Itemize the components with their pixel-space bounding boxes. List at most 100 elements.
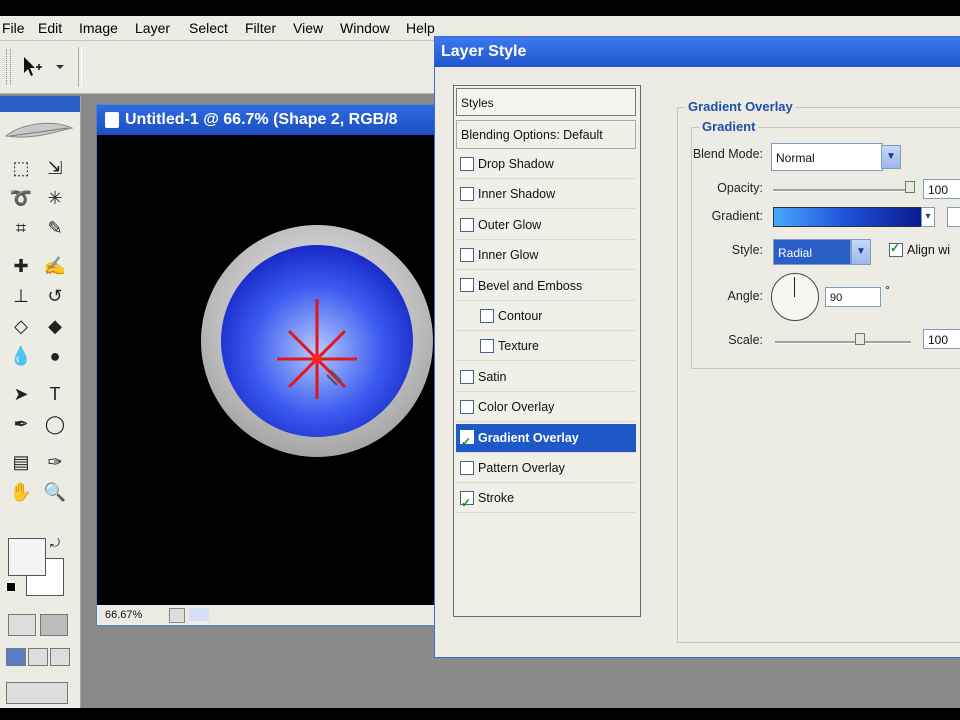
eyedropper-icon[interactable]: ✑ <box>40 448 70 476</box>
styles-header[interactable]: Styles <box>456 88 636 116</box>
style-checkbox[interactable] <box>460 247 474 262</box>
scale-slider-thumb[interactable] <box>855 333 865 345</box>
zoom-tool-icon[interactable]: 🔍 <box>40 478 70 506</box>
slice-tool-icon[interactable]: ✎ <box>40 214 70 242</box>
style-select[interactable]: Radial <box>773 239 851 265</box>
marquee-tool-icon[interactable]: ⬚ <box>6 154 36 182</box>
ellipse-tool-icon[interactable]: ◯ <box>40 410 70 438</box>
style-item-drop-shadow[interactable]: Drop Shadow <box>456 150 636 179</box>
quick-mask-icon[interactable] <box>40 614 68 636</box>
align-label: Align wi <box>907 243 951 257</box>
style-checkbox[interactable] <box>480 339 494 354</box>
menu-file[interactable]: File <box>2 20 25 36</box>
star-shape-icon <box>277 299 357 399</box>
menu-select[interactable]: Select <box>189 20 228 36</box>
style-item-color-overlay[interactable]: Color Overlay <box>456 393 636 423</box>
style-item-label: Bevel and Emboss <box>478 278 583 293</box>
style-item-inner-glow[interactable]: Inner Glow <box>456 241 636 271</box>
document-title: Untitled-1 @ 66.7% (Shape 2, RGB/8 <box>125 111 398 128</box>
menu-window[interactable]: Window <box>340 20 390 36</box>
blend-mode-select[interactable]: Normal <box>771 143 883 171</box>
history-brush-icon[interactable]: ↺ <box>40 282 70 310</box>
scroll-left-icon[interactable] <box>189 608 209 621</box>
document-title-bar[interactable]: Untitled-1 @ 66.7% (Shape 2, RGB/8 <box>97 105 447 135</box>
gradient-overlay-panel: Gradient Overlay Gradient Blend Mode: No… <box>661 85 960 645</box>
screen-mode-menubar-icon[interactable] <box>28 648 48 666</box>
style-checkbox[interactable] <box>460 369 474 384</box>
screen-mode-full-icon[interactable] <box>50 648 70 666</box>
styles-list: Styles Blending Options: Default Drop Sh… <box>453 85 641 617</box>
style-checkbox[interactable] <box>460 399 474 414</box>
dodge-tool-icon[interactable]: ● <box>40 342 70 370</box>
standard-mode-icon[interactable] <box>8 614 36 636</box>
scale-input[interactable]: 100 <box>923 329 960 349</box>
blending-options-item[interactable]: Blending Options: Default <box>456 120 636 149</box>
lasso-tool-icon[interactable]: ➰ <box>6 184 36 212</box>
style-item-inner-shadow[interactable]: Inner Shadow <box>456 180 636 210</box>
zoom-level[interactable]: 66.67% <box>105 605 142 625</box>
style-item-outer-glow[interactable]: Outer Glow <box>456 211 636 240</box>
default-colors-icon[interactable] <box>6 582 16 592</box>
opacity-slider-thumb[interactable] <box>905 181 915 193</box>
style-item-texture[interactable]: Texture <box>456 332 636 362</box>
style-dropdown-icon[interactable]: ▼ <box>851 239 871 265</box>
menu-edit[interactable]: Edit <box>38 20 62 36</box>
style-item-gradient-overlay[interactable]: Gradient Overlay <box>456 423 636 457</box>
menu-view[interactable]: View <box>293 20 323 36</box>
opacity-input[interactable]: 100 <box>923 179 960 199</box>
style-checkbox[interactable] <box>460 278 474 293</box>
toolbox-title-bar[interactable] <box>0 96 80 112</box>
gradient-picker[interactable] <box>773 207 923 227</box>
gradient-dropdown-icon[interactable]: ▾ <box>921 207 935 227</box>
style-item-satin[interactable]: Satin <box>456 363 636 392</box>
hand-tool-icon[interactable]: ✋ <box>6 478 36 506</box>
menu-layer[interactable]: Layer <box>135 20 170 36</box>
eraser-tool-icon[interactable]: ◇ <box>6 312 36 340</box>
scale-label: Scale: <box>728 333 763 347</box>
angle-input[interactable]: 90 <box>825 287 881 307</box>
menu-image[interactable]: Image <box>79 20 118 36</box>
style-checkbox[interactable] <box>480 308 494 323</box>
style-item-bevel-and-emboss[interactable]: Bevel and Emboss <box>456 272 636 301</box>
degree-symbol: ° <box>885 283 890 297</box>
style-item-contour[interactable]: Contour <box>456 302 636 331</box>
reverse-checkbox[interactable] <box>947 207 960 227</box>
foreground-color-swatch[interactable] <box>8 538 46 576</box>
blend-mode-dropdown-icon[interactable]: ▼ <box>881 145 901 169</box>
align-with-layer[interactable]: Align wi <box>889 241 951 258</box>
dialog-title-bar[interactable]: Layer Style <box>435 37 960 67</box>
align-checkbox[interactable] <box>889 241 903 257</box>
opacity-slider[interactable] <box>773 189 913 192</box>
magic-wand-icon[interactable]: ✳ <box>40 184 70 212</box>
style-checkbox[interactable] <box>460 156 474 171</box>
style-item-pattern-overlay[interactable]: Pattern Overlay <box>456 454 636 483</box>
menu-help[interactable]: Help <box>406 20 435 36</box>
status-menu-icon[interactable] <box>169 608 185 623</box>
healing-brush-icon[interactable]: ✚ <box>6 252 36 280</box>
style-checkbox[interactable] <box>460 460 474 475</box>
blur-tool-icon[interactable]: 💧 <box>6 342 36 370</box>
crop-tool-icon[interactable]: ⌗ <box>6 214 36 242</box>
pen-tool-icon[interactable]: ✒ <box>6 410 36 438</box>
swap-colors-icon[interactable]: ⤾ <box>50 536 60 551</box>
style-checkbox[interactable] <box>460 489 474 518</box>
style-checkbox[interactable] <box>460 187 474 202</box>
angle-dial[interactable] <box>771 273 819 321</box>
path-select-icon[interactable]: ➤ <box>6 380 36 408</box>
clone-stamp-icon[interactable]: ⊥ <box>6 282 36 310</box>
jump-to-imageready-icon[interactable] <box>6 682 68 704</box>
style-checkbox[interactable] <box>460 217 474 232</box>
notes-tool-icon[interactable]: ▤ <box>6 448 36 476</box>
screen-mode-standard-icon[interactable] <box>6 648 26 666</box>
type-tool-icon[interactable]: T <box>40 380 70 408</box>
menu-filter[interactable]: Filter <box>245 20 276 36</box>
options-bar-grip[interactable] <box>6 49 11 85</box>
paint-bucket-icon[interactable]: ◆ <box>40 312 70 340</box>
style-item-stroke[interactable]: Stroke <box>456 484 636 518</box>
path-selection-tool-icon[interactable] <box>20 55 68 79</box>
button-shape-ring <box>201 225 433 457</box>
move-tool-icon[interactable]: ⇲ <box>40 154 70 182</box>
brush-tool-icon[interactable]: ✍ <box>40 252 70 280</box>
style-checkbox[interactable] <box>460 428 474 457</box>
scale-slider[interactable] <box>775 341 911 344</box>
